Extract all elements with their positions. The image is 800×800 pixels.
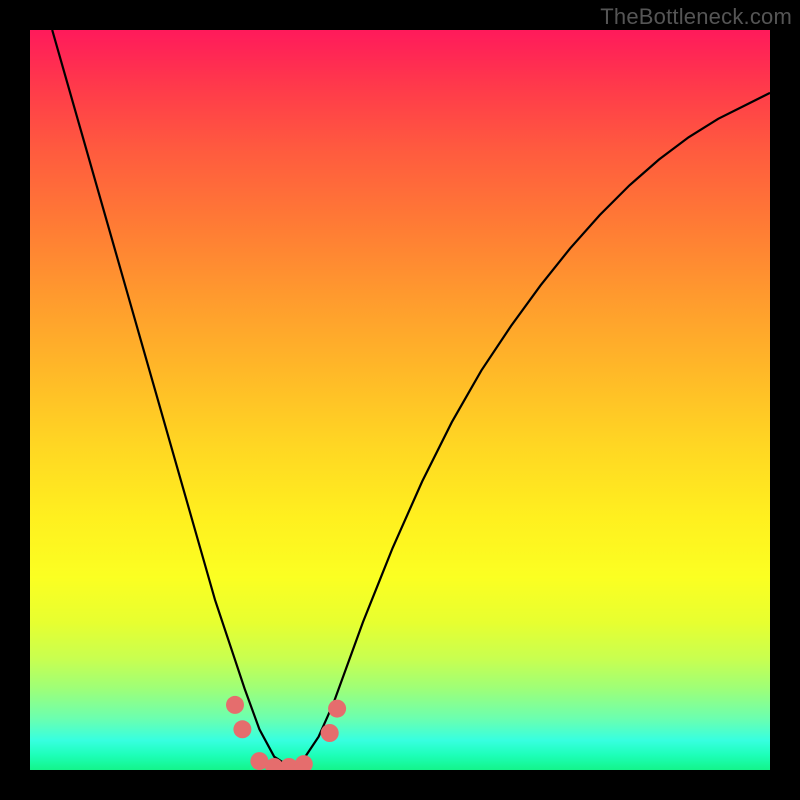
bottleneck-curve xyxy=(52,30,770,766)
flat-bottom-markers xyxy=(226,696,346,770)
highlight-dot xyxy=(295,755,313,770)
highlight-dot xyxy=(226,696,244,714)
highlight-dot xyxy=(321,724,339,742)
plot-area xyxy=(30,30,770,770)
chart-frame: TheBottleneck.com xyxy=(0,0,800,800)
highlight-dot xyxy=(328,700,346,718)
curve-svg xyxy=(30,30,770,770)
watermark-text: TheBottleneck.com xyxy=(600,4,792,30)
highlight-dot xyxy=(233,720,251,738)
